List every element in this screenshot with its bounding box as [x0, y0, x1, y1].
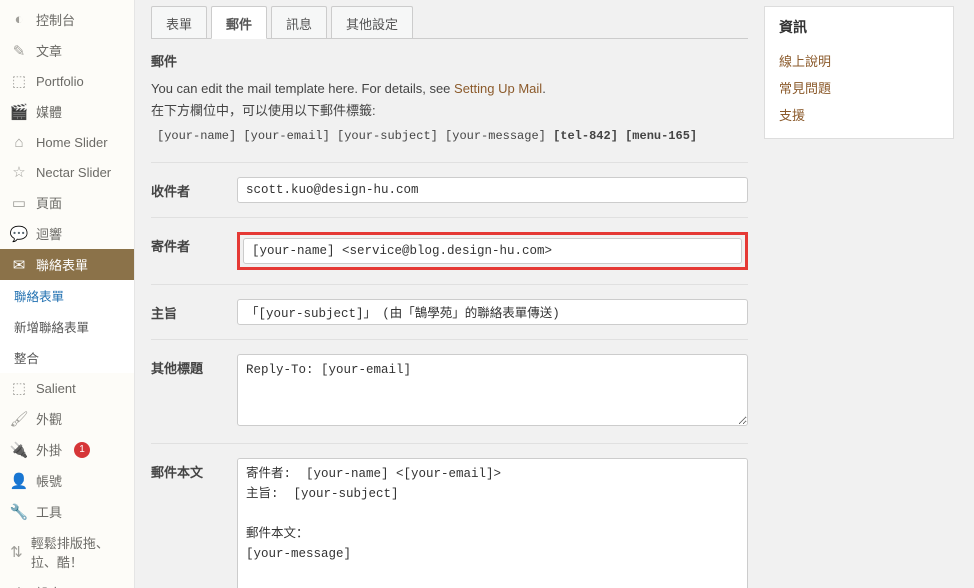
- mail-tags-plain: [your-name] [your-email] [your-subject] …: [157, 129, 553, 143]
- menu-media[interactable]: 🎬 媒體: [0, 96, 134, 127]
- menu-label: 外掛: [36, 440, 62, 459]
- info-link-support[interactable]: 支援: [779, 101, 939, 128]
- salient-icon: ⬚: [10, 379, 28, 397]
- menu-label: 媒體: [36, 102, 62, 121]
- intro-prefix: You can edit the mail template here. For…: [151, 81, 454, 96]
- field-recipient: 收件者: [151, 162, 748, 217]
- intro-line2: 在下方欄位中，可以使用以下郵件標籤:: [151, 103, 376, 118]
- plugins-icon: 🔌: [10, 441, 28, 459]
- field-headers: 其他標題: [151, 339, 748, 443]
- field-body: 郵件本文: [151, 443, 748, 588]
- submenu-add-new[interactable]: 新增聯絡表單: [0, 311, 134, 342]
- menu-settings[interactable]: ⚙ 設定: [0, 577, 134, 588]
- label-sender: 寄件者: [151, 232, 221, 255]
- tab-form[interactable]: 表單: [151, 6, 207, 38]
- users-icon: 👤: [10, 472, 28, 490]
- menu-label: 帳號: [36, 471, 62, 490]
- info-link-faq[interactable]: 常見問題: [779, 74, 939, 101]
- posts-icon: ✎: [10, 42, 28, 60]
- portfolio-icon: ⬚: [10, 72, 28, 90]
- menu-label: 輕鬆排版拖、拉、酷！: [31, 533, 124, 571]
- mail-tags: [your-name] [your-email] [your-subject] …: [151, 122, 748, 162]
- input-sender[interactable]: [243, 238, 742, 264]
- tools-icon: 🔧: [10, 503, 28, 521]
- menu-pages[interactable]: ▭ 頁面: [0, 187, 134, 218]
- menu-label: 外觀: [36, 409, 62, 428]
- label-recipient: 收件者: [151, 177, 221, 200]
- appearance-icon: 🖌: [10, 410, 28, 428]
- menu-label: Home Slider: [36, 135, 108, 150]
- intro-suffix: .: [542, 81, 546, 96]
- menu-posts[interactable]: ✎ 文章: [0, 35, 134, 66]
- field-subject: 主旨: [151, 284, 748, 339]
- mail-icon: ✉: [10, 256, 28, 274]
- tab-messages[interactable]: 訊息: [271, 6, 327, 38]
- menu-tools[interactable]: 🔧 工具: [0, 496, 134, 527]
- menu-label: 文章: [36, 41, 62, 60]
- menu-label: 頁面: [36, 193, 62, 212]
- menu-label: 聯絡表單: [36, 255, 88, 274]
- panel-title: 郵件: [151, 39, 748, 78]
- input-body[interactable]: [237, 458, 748, 588]
- star-icon: ☆: [10, 163, 28, 181]
- menu-contact-form[interactable]: ✉ 聯絡表單: [0, 249, 134, 280]
- menu-label: 聯絡表單: [14, 286, 64, 305]
- submenu-integration[interactable]: 整合: [0, 342, 134, 373]
- dragdrop-icon: ⇅: [10, 543, 23, 561]
- menu-plugins[interactable]: 🔌 外掛 1: [0, 434, 134, 465]
- tab-mail[interactable]: 郵件: [211, 6, 267, 39]
- menu-users[interactable]: 👤 帳號: [0, 465, 134, 496]
- media-icon: 🎬: [10, 103, 28, 121]
- menu-label: 工具: [36, 502, 62, 521]
- menu-label: 新增聯絡表單: [14, 317, 89, 336]
- tab-bar: 表單 郵件 訊息 其他設定: [151, 6, 748, 39]
- menu-drag-drop[interactable]: ⇅ 輕鬆排版拖、拉、酷！: [0, 527, 134, 577]
- intro-text: You can edit the mail template here. For…: [151, 78, 748, 122]
- pages-icon: ▭: [10, 194, 28, 212]
- menu-label: 設定: [36, 583, 62, 588]
- main-area: 表單 郵件 訊息 其他設定 郵件 You can edit the mail t…: [135, 0, 974, 588]
- submenu-contact-forms[interactable]: 聯絡表單: [0, 280, 134, 311]
- menu-portfolio[interactable]: ⬚ Portfolio: [0, 66, 134, 96]
- info-link-docs[interactable]: 線上說明: [779, 47, 939, 74]
- input-subject[interactable]: [237, 299, 748, 325]
- tab-additional[interactable]: 其他設定: [331, 6, 413, 38]
- menu-label: 迴響: [36, 224, 62, 243]
- highlighted-sender-wrapper: [237, 232, 748, 270]
- menu-appearance[interactable]: 🖌 外觀: [0, 403, 134, 434]
- content-panel: 表單 郵件 訊息 其他設定 郵件 You can edit the mail t…: [151, 0, 748, 588]
- update-badge: 1: [74, 442, 90, 458]
- menu-comments[interactable]: 💬 迴響: [0, 218, 134, 249]
- label-headers: 其他標題: [151, 354, 221, 377]
- label-subject: 主旨: [151, 299, 221, 322]
- info-title: 資訊: [779, 17, 939, 37]
- menu-label: Portfolio: [36, 74, 84, 89]
- info-sidebar: 資訊 線上說明 常見問題 支援: [764, 6, 954, 588]
- mail-tags-bold: [tel-842] [menu-165]: [553, 129, 697, 143]
- menu-label: Nectar Slider: [36, 165, 111, 180]
- comments-icon: 💬: [10, 225, 28, 243]
- input-recipient[interactable]: [237, 177, 748, 203]
- menu-dashboard[interactable]: ◐ 控制台: [0, 4, 134, 35]
- menu-home-slider[interactable]: ⌂ Home Slider: [0, 127, 134, 157]
- input-headers[interactable]: [237, 354, 748, 426]
- admin-sidebar: ◐ 控制台 ✎ 文章 ⬚ Portfolio 🎬 媒體 ⌂ Home Slider ☆ Ne…: [0, 0, 135, 588]
- setting-up-mail-link[interactable]: Setting Up Mail: [454, 81, 542, 96]
- menu-label: Salient: [36, 381, 76, 396]
- menu-label: 控制台: [36, 10, 75, 29]
- menu-salient[interactable]: ⬚ Salient: [0, 373, 134, 403]
- field-sender: 寄件者: [151, 217, 748, 284]
- settings-icon: ⚙: [10, 584, 28, 588]
- home-icon: ⌂: [10, 133, 28, 151]
- menu-label: 整合: [14, 348, 39, 367]
- dashboard-icon: ◐: [10, 11, 28, 29]
- label-body: 郵件本文: [151, 458, 221, 481]
- menu-nectar-slider[interactable]: ☆ Nectar Slider: [0, 157, 134, 187]
